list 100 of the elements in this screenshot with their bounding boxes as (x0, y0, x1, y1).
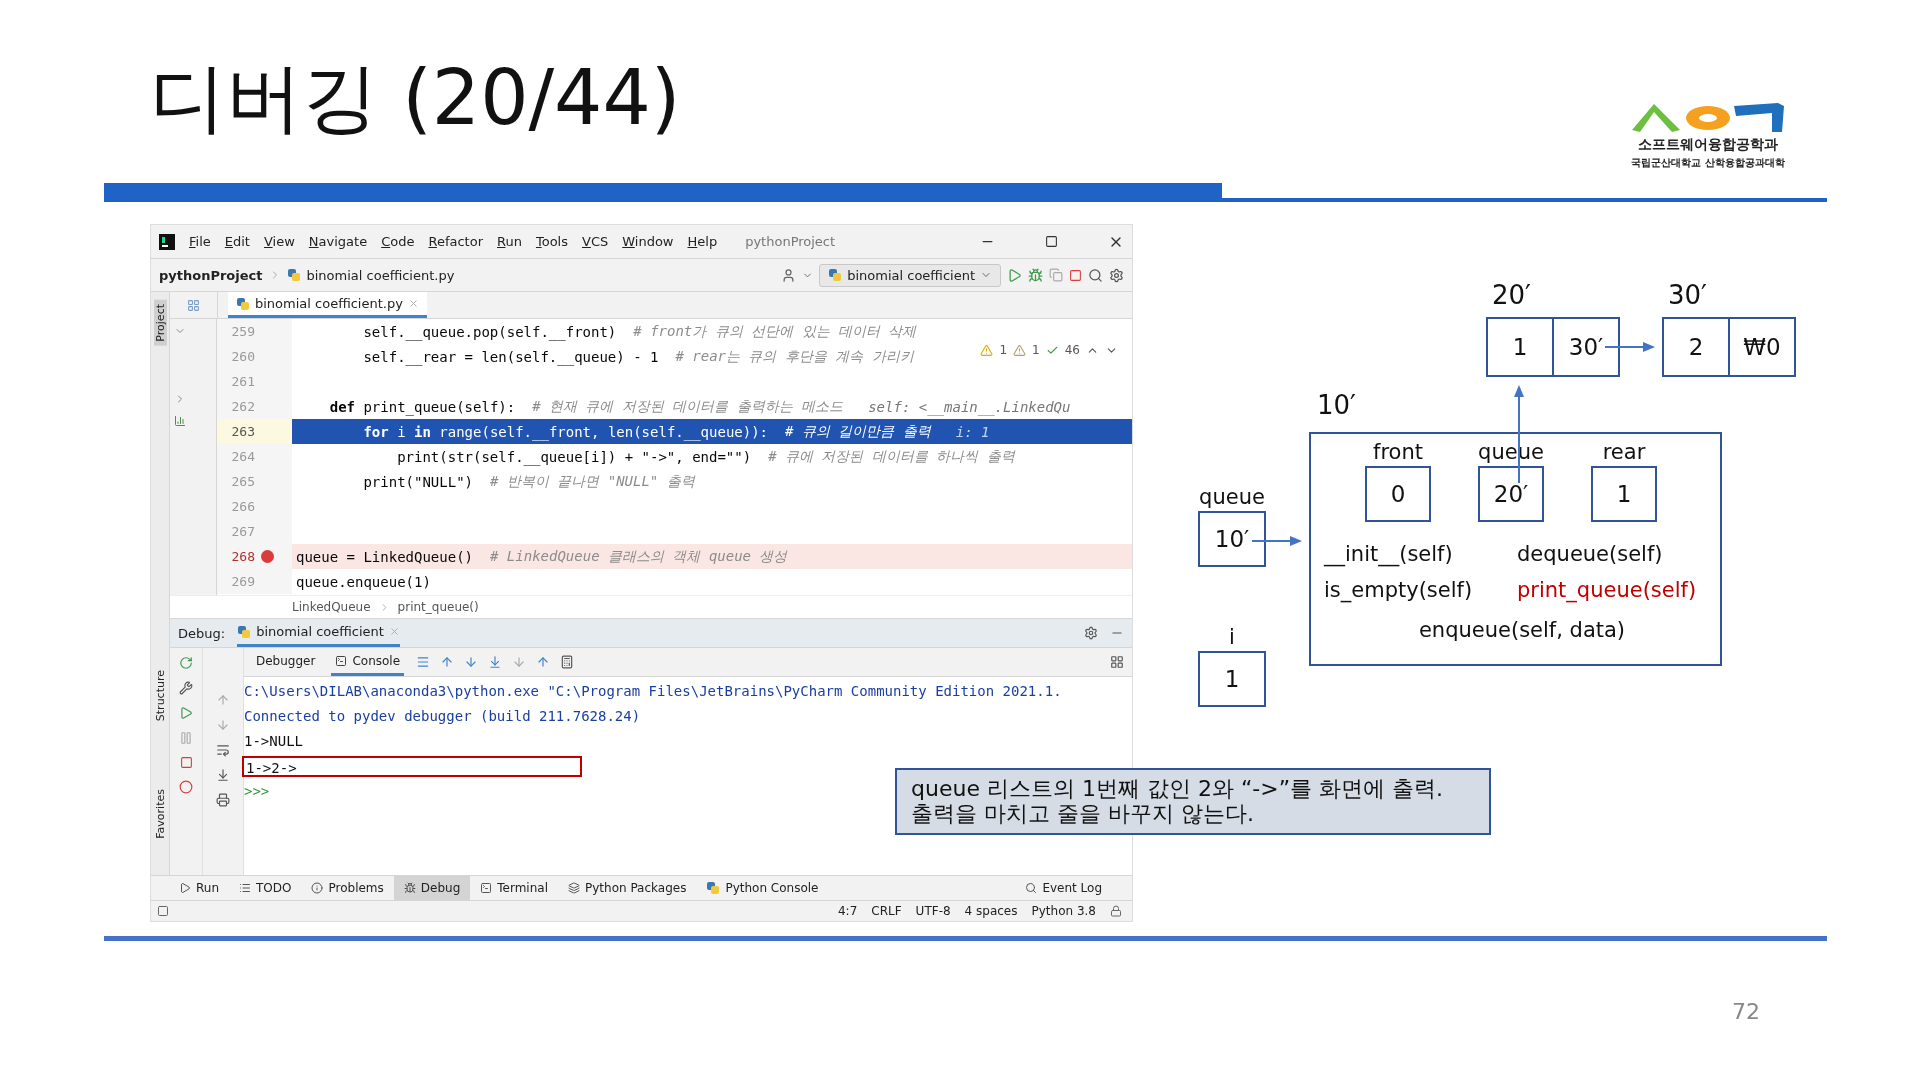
tool-tab[interactable]: Python Console (696, 876, 829, 900)
print-icon[interactable] (216, 793, 230, 807)
tool-tab[interactable]: Terminal (470, 876, 558, 900)
step-over-icon[interactable] (440, 655, 455, 669)
code-comment: # front가 큐의 선단에 있는 데이터 삭제 (633, 322, 917, 341)
menu-item[interactable]: Edit (224, 234, 250, 249)
run-icon[interactable] (1007, 267, 1022, 283)
inline-value-hint: i: 1 (955, 423, 990, 440)
rerun-icon[interactable] (179, 656, 193, 670)
resume-icon[interactable] (179, 706, 193, 720)
menu-item[interactable]: VCS (581, 234, 609, 249)
user-icon[interactable] (781, 267, 797, 283)
event-log-tab[interactable]: Event Log (1015, 876, 1112, 900)
menu-item[interactable]: Navigate (308, 234, 368, 249)
breakpoint-icon[interactable] (261, 550, 274, 563)
stop-icon[interactable] (1069, 268, 1082, 282)
python-file-icon (236, 296, 250, 311)
field-name: front (1373, 440, 1423, 464)
settings-icon[interactable] (1109, 267, 1124, 283)
menu-item[interactable]: View (263, 234, 295, 249)
status-item[interactable]: CRLF (871, 904, 902, 918)
menu-item[interactable]: Run (497, 234, 522, 249)
line-number: 265 (230, 474, 255, 489)
search-icon[interactable] (1088, 267, 1103, 283)
error-icon[interactable] (980, 343, 994, 357)
status-item[interactable]: 4 spaces (964, 904, 1018, 918)
tool-tab[interactable]: TODO (229, 876, 302, 900)
slide-title: 디버깅 (20/44) (150, 52, 681, 144)
editor-tab[interactable]: binomial coefficient.py (228, 292, 427, 318)
run-config-dropdown[interactable]: binomial coefficient (819, 263, 1001, 287)
code-comment: # 큐에 저장된 데이터를 하나씩 출력 (768, 447, 1015, 466)
tool-tab[interactable]: Problems (301, 876, 394, 900)
arrow (1252, 536, 1302, 546)
code-comment: # 반복이 끝나면 "NULL" 출력 (490, 472, 695, 491)
menu-item[interactable]: Window (622, 234, 674, 249)
breadcrumb[interactable]: LinkedQueue (292, 600, 371, 614)
console-line: 1->NULL (244, 732, 303, 751)
stop-icon[interactable] (179, 756, 193, 769)
menu-item[interactable]: Tools (535, 234, 568, 249)
info-icon[interactable] (311, 882, 324, 894)
step-out-icon[interactable] (536, 655, 551, 669)
settings-icon[interactable] (1084, 626, 1098, 640)
line-number: 261 (230, 374, 255, 389)
line-number: 266 (230, 499, 255, 514)
play-icon[interactable] (179, 882, 191, 894)
console-view-tab[interactable]: Debugger (252, 648, 320, 676)
line-number: 263 (230, 424, 255, 439)
line-number: 264 (230, 449, 255, 464)
breadcrumb[interactable]: pythonProject (159, 267, 263, 283)
tool-tab[interactable]: Run (169, 876, 229, 900)
field-name: rear (1602, 440, 1646, 464)
breakpoints-icon[interactable] (179, 780, 193, 794)
method-name: __init__(self) (1324, 542, 1454, 566)
variable-value: 10′ (1198, 511, 1266, 567)
console-line: Connected to pydev debugger (build 211.7628.24) (244, 707, 641, 726)
layout-icon[interactable] (1110, 655, 1124, 669)
coverage-icon[interactable] (1049, 268, 1063, 282)
tool-tab[interactable]: Python Packages (558, 876, 697, 900)
tool-window-tab[interactable]: Project (153, 300, 167, 346)
scroll-end-icon[interactable] (216, 768, 230, 782)
menu-item[interactable]: Help (687, 234, 718, 249)
arrow (1605, 342, 1655, 352)
panel-icon[interactable] (187, 298, 200, 312)
tool-window-tab[interactable]: Structure (153, 665, 167, 725)
layers-icon[interactable] (568, 882, 580, 894)
list-icon[interactable] (239, 882, 251, 894)
code-comment: # LinkedQueue 클래스의 객체 queue 생성 (490, 547, 788, 566)
session-tab[interactable]: binomial coefficient (237, 619, 400, 647)
code-comment: # 현재 큐에 저장된 데이터를 출력하는 메소드 (532, 397, 844, 416)
code-comment: # 큐의 길이만큼 출력 (785, 422, 931, 441)
code-text: print(str(self.__queue[i]) + "->", end="") (396, 448, 752, 465)
breadcrumb[interactable]: print_queue() (397, 600, 479, 614)
maximize-icon[interactable] (1045, 235, 1058, 248)
terminal-icon[interactable] (480, 882, 493, 894)
step-into-my-code-icon[interactable] (488, 655, 503, 669)
tool-window-tab[interactable]: Favorites (153, 784, 167, 843)
panel-toggle-icon[interactable] (157, 905, 169, 917)
menu-icon[interactable] (416, 655, 431, 669)
status-item[interactable]: UTF-8 (915, 904, 951, 918)
python-file-icon (286, 268, 301, 282)
status-item[interactable]: Python 3.8 (1031, 904, 1096, 918)
menu-item[interactable]: File (189, 234, 211, 249)
menu-item[interactable]: Refactor (428, 234, 483, 249)
wrench-icon[interactable] (179, 681, 193, 695)
lock-icon[interactable] (1110, 905, 1122, 917)
wrap-icon[interactable] (216, 743, 230, 757)
node-address: 30′ (1668, 280, 1707, 310)
menu-item[interactable]: Code (381, 234, 415, 249)
chart-icon[interactable] (174, 415, 186, 427)
tool-tab[interactable]: Debug (393, 876, 471, 900)
warning-icon[interactable] (1013, 343, 1027, 357)
debug-icon[interactable] (1028, 267, 1043, 283)
breadcrumb[interactable]: binomial coefficient.py (306, 267, 455, 283)
evaluate-icon[interactable] (560, 655, 575, 669)
status-item[interactable]: 4:7 (838, 904, 858, 918)
inspection-count: 46 (1064, 343, 1080, 357)
method-name: print_queue(self) (1517, 578, 1698, 602)
bug-icon[interactable] (403, 882, 416, 894)
line-number: 259 (230, 324, 255, 339)
inline-value-hint: self: <__main__.LinkedQu (868, 398, 1071, 415)
